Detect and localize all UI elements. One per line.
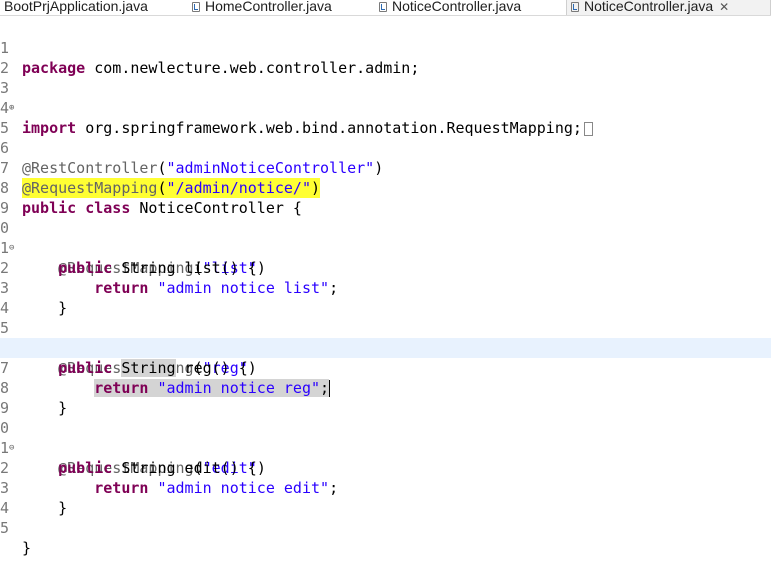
code-line: 1 public String edit() {	[0, 418, 771, 477]
code-line: 1 public String list() {	[0, 218, 771, 277]
code-text: }	[22, 539, 32, 557]
code-line: 9	[0, 178, 771, 217]
code-line: 5 ⊖ @RequestMapping("reg")	[0, 319, 257, 377]
code-line: 0 ⊖ @RequestMapping("edit")	[0, 419, 266, 477]
code-line: 2 return "admin notice edit";	[0, 438, 771, 497]
code-line: 6 public String reg() {	[0, 318, 771, 377]
code-line: 4	[0, 478, 771, 517]
code-editor[interactable]: 1 package com.newlecture.web.controller.…	[0, 18, 771, 557]
code-line: 6 @RestController("adminNoticeController…	[0, 118, 771, 177]
tab-noticecontroller[interactable]: NoticeController.java	[375, 0, 521, 15]
tab-label: NoticeController.java	[584, 0, 714, 14]
code-line: 8 public class NoticeController {	[0, 158, 771, 217]
close-tab-icon[interactable]: ✕	[719, 0, 729, 14]
tab-label: HomeController.java	[205, 0, 332, 14]
tab-homecontroller[interactable]: HomeController.java	[188, 0, 332, 15]
code-line: 3 ⊕ import org.springframework.web.bind.…	[0, 58, 771, 137]
code-line: 2	[0, 38, 771, 77]
tab-noticecontroller-active[interactable]: NoticeController.java ✕	[566, 0, 771, 15]
code-line: 5	[0, 98, 771, 137]
current-code-line: 7 return "admin notice reg";	[0, 338, 771, 397]
code-line: 5 }	[0, 498, 771, 557]
code-line: 7 @RequestMapping("/admin/notice/")	[0, 138, 771, 198]
code-line: 4	[0, 78, 771, 117]
code-line: 3 }	[0, 458, 771, 517]
editor-tab-bar: BootPrjApplication.java HomeController.j…	[0, 0, 771, 16]
code-line: 1 package com.newlecture.web.controller.…	[0, 18, 771, 77]
code-line: 4	[0, 278, 771, 317]
line-number: 5	[0, 519, 10, 537]
code-line: 9	[0, 378, 771, 417]
java-file-icon	[192, 2, 200, 12]
java-file-icon	[571, 2, 579, 12]
tab-label: NoticeController.java	[392, 0, 522, 14]
tab-label: BootPrjApplication.java	[4, 0, 148, 14]
tab-bootprjapplication[interactable]: BootPrjApplication.java	[0, 0, 148, 15]
code-line: 8 }	[0, 358, 771, 417]
code-line: 0 ⊖ @RequestMapping("list")	[0, 219, 266, 277]
code-line: 2 return "admin notice list";	[0, 238, 771, 297]
java-file-icon	[379, 2, 387, 12]
code-line: 3 }	[0, 258, 771, 317]
